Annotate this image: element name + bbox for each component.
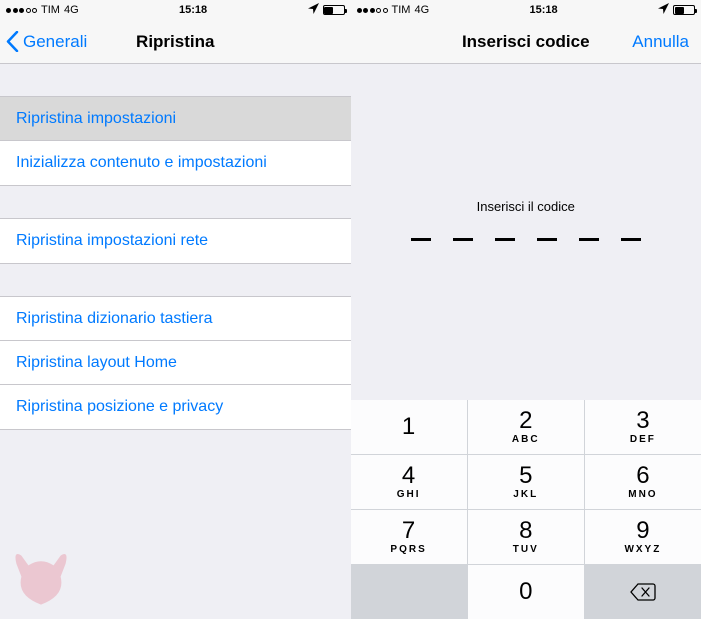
watermark-icon [6, 543, 76, 613]
passcode-dash [495, 238, 515, 241]
key-4[interactable]: 4GHI [351, 455, 467, 509]
key-num: 1 [402, 415, 415, 439]
key-9[interactable]: 9WXYZ [585, 510, 701, 564]
chevron-left-icon [6, 31, 19, 52]
key-letters: TUV [513, 544, 539, 555]
carrier-label: TIM [392, 4, 411, 16]
key-letters: ABC [512, 434, 540, 445]
row-reset-home[interactable]: Ripristina layout Home [0, 341, 351, 385]
nav-bar: Inserisci codice Annulla [351, 20, 701, 64]
backspace-icon [630, 583, 656, 601]
status-left: TIM 4G [357, 4, 430, 16]
carrier-label: TIM [41, 4, 60, 16]
key-num: 5 [519, 464, 532, 488]
network-label: 4G [64, 4, 79, 16]
status-bar: TIM 4G 15:18 [351, 0, 701, 20]
row-reset-keyboard[interactable]: Ripristina dizionario tastiera [0, 297, 351, 341]
passcode-area: Inserisci il codice [351, 64, 701, 400]
nav-bar: Generali Ripristina [0, 20, 351, 64]
key-backspace[interactable] [585, 565, 701, 619]
clock-label: 15:18 [179, 4, 207, 16]
key-8[interactable]: 8TUV [468, 510, 584, 564]
status-right [308, 3, 345, 17]
key-letters: WXYZ [624, 544, 661, 555]
key-letters: JKL [513, 489, 538, 500]
list-group-1: Ripristina impostazioni Inizializza cont… [0, 96, 351, 186]
key-3[interactable]: 3DEF [585, 400, 701, 454]
key-num: 2 [519, 409, 532, 433]
key-7[interactable]: 7PQRS [351, 510, 467, 564]
key-num: 9 [636, 519, 649, 543]
battery-icon [673, 5, 695, 15]
key-num: 4 [402, 464, 415, 488]
passcode-dash [621, 238, 641, 241]
status-left: TIM 4G [6, 4, 79, 16]
reset-settings-screen: TIM 4G 15:18 Generali Ripristina Riprist… [0, 0, 351, 619]
location-icon [658, 3, 669, 17]
status-bar: TIM 4G 15:18 [0, 0, 351, 20]
location-icon [308, 3, 319, 17]
passcode-entry-screen: TIM 4G 15:18 Inserisci codice Annulla In… [351, 0, 701, 619]
passcode-dash [537, 238, 557, 241]
key-num: 8 [519, 519, 532, 543]
key-letters: GHI [397, 489, 421, 500]
cancel-button[interactable]: Annulla [632, 32, 689, 52]
key-letters: PQRS [390, 544, 426, 555]
network-label: 4G [414, 4, 429, 16]
key-6[interactable]: 6MNO [585, 455, 701, 509]
battery-icon [323, 5, 345, 15]
key-num: 7 [402, 519, 415, 543]
key-num: 3 [636, 409, 649, 433]
row-reset-settings[interactable]: Ripristina impostazioni [0, 97, 351, 141]
list-group-3: Ripristina dizionario tastiera Ripristin… [0, 296, 351, 430]
clock-label: 15:18 [530, 4, 558, 16]
key-letters: MNO [628, 489, 657, 500]
row-erase-all[interactable]: Inizializza contenuto e impostazioni [0, 141, 351, 185]
key-2[interactable]: 2ABC [468, 400, 584, 454]
passcode-prompt: Inserisci il codice [477, 199, 575, 214]
signal-dots-icon [6, 8, 37, 13]
numeric-keypad: 1 2ABC 3DEF 4GHI 5JKL 6MNO 7PQRS 8TUV 9W… [351, 400, 701, 619]
key-0[interactable]: 0 [468, 565, 584, 619]
passcode-dash [579, 238, 599, 241]
passcode-dash [411, 238, 431, 241]
key-num: 6 [636, 464, 649, 488]
back-button[interactable]: Generali [6, 31, 87, 52]
row-reset-location[interactable]: Ripristina posizione e privacy [0, 385, 351, 429]
key-letters: DEF [630, 434, 656, 445]
back-label: Generali [23, 32, 87, 52]
key-num: 0 [519, 580, 532, 604]
key-empty [351, 565, 467, 619]
row-reset-network[interactable]: Ripristina impostazioni rete [0, 219, 351, 263]
list-group-2: Ripristina impostazioni rete [0, 218, 351, 264]
key-5[interactable]: 5JKL [468, 455, 584, 509]
signal-dots-icon [357, 8, 388, 13]
key-1[interactable]: 1 [351, 400, 467, 454]
reset-list: Ripristina impostazioni Inizializza cont… [0, 64, 351, 430]
passcode-dashes [411, 238, 641, 241]
status-right [658, 3, 695, 17]
passcode-dash [453, 238, 473, 241]
